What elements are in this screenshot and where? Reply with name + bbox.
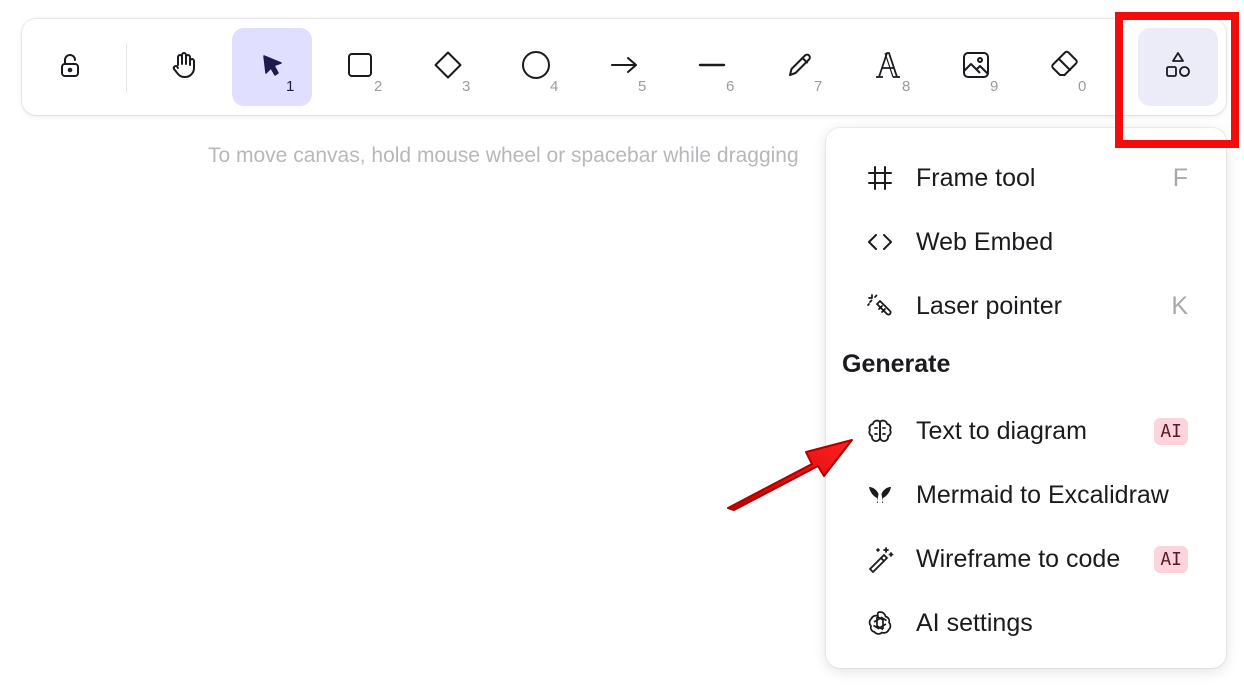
menu-item-label: Mermaid to Excalidraw: [916, 480, 1169, 509]
hand-icon: [168, 49, 200, 86]
selection-tool-button[interactable]: 1: [232, 28, 312, 106]
shortcut-key: K: [1171, 291, 1188, 320]
rectangle-tool-button[interactable]: 2: [320, 28, 400, 106]
excalidraw-canvas[interactable]: 1 2 3 4 5 6 7 8 9 0 To move canvas, hold…: [0, 0, 1244, 690]
line-tool-button[interactable]: 6: [672, 28, 752, 106]
menu-item-wireframe-to-code[interactable]: Wireframe to code AI: [842, 531, 1210, 587]
menu-item-label: Laser pointer: [916, 291, 1062, 320]
shapes-toolbar: 1 2 3 4 5 6 7 8 9 0: [22, 19, 1226, 115]
shortcut-key: 8: [902, 78, 911, 95]
circle-icon: [520, 49, 552, 86]
eraser-tool-button[interactable]: 0: [1024, 28, 1104, 106]
shortcut-key: 7: [814, 78, 823, 95]
canvas-hint: To move canvas, hold mouse wheel or spac…: [208, 144, 799, 167]
line-icon: [696, 49, 728, 86]
menu-item-label: Text to diagram: [916, 416, 1087, 445]
shortcut-key: 2: [374, 78, 383, 95]
shortcut-key: 0: [1078, 78, 1087, 95]
menu-item-text-to-diagram[interactable]: Text to diagram AI: [842, 403, 1210, 459]
menu-item-label: Frame tool: [916, 163, 1036, 192]
extra-tools-menu: Frame tool F Web Embed Laser pointer K G…: [826, 128, 1226, 668]
arrow-tool-button[interactable]: 5: [584, 28, 664, 106]
pointer-icon: [256, 49, 288, 86]
arrow-right-icon: [608, 49, 640, 86]
draw-tool-button[interactable]: 7: [760, 28, 840, 106]
shortcut-key: 6: [726, 78, 735, 95]
menu-item-frame-tool[interactable]: Frame tool F: [842, 150, 1210, 206]
shortcut-key: 1: [286, 78, 295, 95]
hand-tool-button[interactable]: [144, 28, 224, 106]
menu-item-label: Wireframe to code: [916, 544, 1121, 573]
rectangle-icon: [344, 49, 376, 86]
pencil-icon: [784, 49, 816, 86]
laser-pointer-icon: [864, 290, 896, 322]
menu-item-laser-pointer[interactable]: Laser pointer K: [842, 278, 1210, 334]
ellipse-tool-button[interactable]: 4: [496, 28, 576, 106]
image-tool-button[interactable]: 9: [936, 28, 1016, 106]
shortcut-key: 3: [462, 78, 471, 95]
text-tool-button[interactable]: 8: [848, 28, 928, 106]
openai-icon: [864, 607, 896, 639]
frame-icon: [864, 162, 896, 194]
menu-item-mermaid-to-excalidraw[interactable]: Mermaid to Excalidraw: [842, 467, 1210, 523]
shortcut-key: 5: [638, 78, 647, 95]
code-brackets-icon: [864, 226, 896, 258]
magic-wand-icon: [864, 543, 896, 575]
ai-badge: AI: [1154, 417, 1188, 445]
menu-item-web-embed[interactable]: Web Embed: [842, 214, 1210, 270]
section-title-generate: Generate: [842, 350, 951, 378]
annotation-highlight-box: [1115, 12, 1239, 148]
menu-item-label: Web Embed: [916, 227, 1054, 256]
toolbar-divider: [126, 43, 127, 93]
lock-tool-button[interactable]: [30, 28, 110, 106]
unlock-icon: [54, 49, 86, 86]
ai-badge: AI: [1154, 545, 1188, 573]
shortcut-key: F: [1172, 163, 1188, 192]
diamond-tool-button[interactable]: 3: [408, 28, 488, 106]
shortcut-key: 9: [990, 78, 999, 95]
menu-item-ai-settings[interactable]: AI settings: [842, 595, 1210, 651]
diamond-icon: [432, 49, 464, 86]
menu-item-label: AI settings: [916, 608, 1033, 637]
brain-icon: [864, 415, 896, 447]
image-icon: [960, 49, 992, 86]
mermaid-icon: [864, 479, 896, 511]
text-icon: [872, 49, 904, 86]
eraser-icon: [1048, 49, 1080, 86]
shortcut-key: 4: [550, 78, 559, 95]
